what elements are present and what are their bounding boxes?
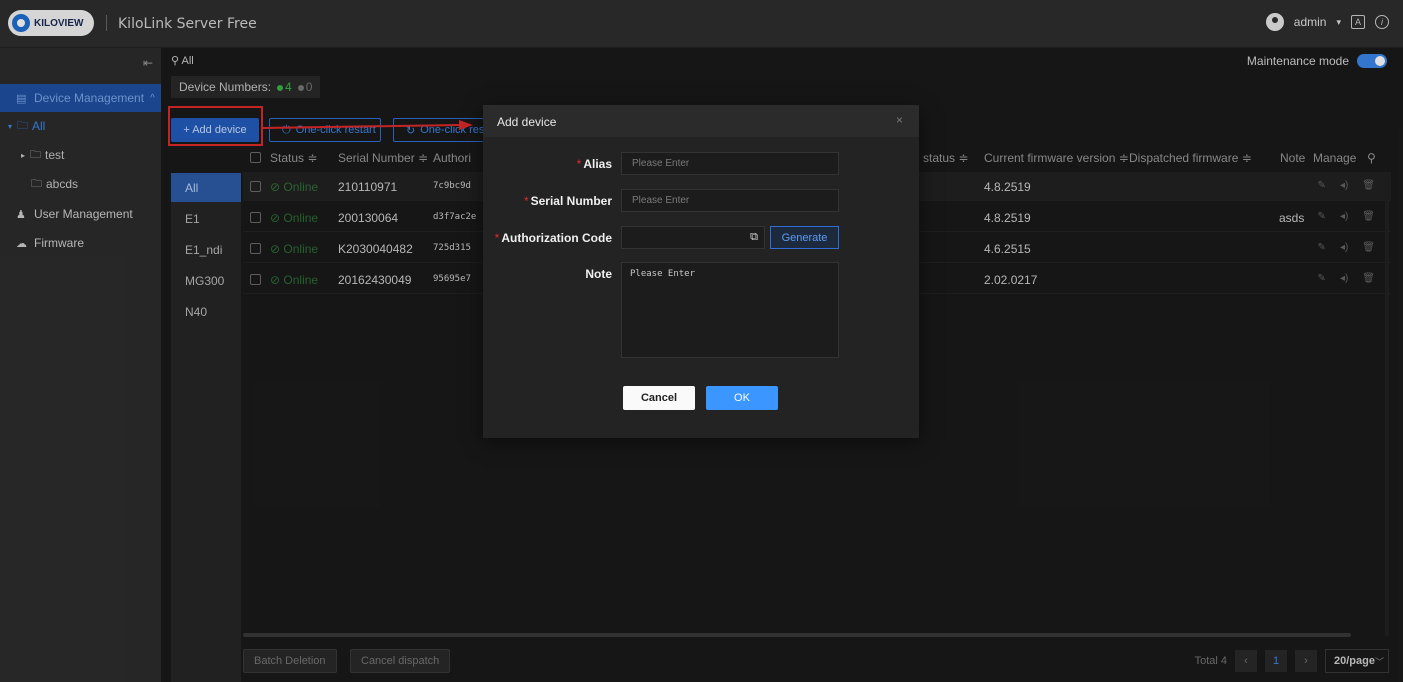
authorization-code-label: * Authorization Code — [494, 231, 612, 245]
ok-button[interactable]: OK — [706, 386, 778, 410]
close-icon[interactable]: × — [896, 113, 903, 127]
alias-label: * Alias — [576, 157, 612, 171]
add-device-dialog: Add device × * Alias Please Enter * Serial… — [483, 105, 919, 438]
note-textarea[interactable]: Please Enter — [621, 262, 839, 358]
note-label: Note — [585, 267, 612, 281]
dialog-title: Add device — [497, 115, 557, 129]
cancel-button[interactable]: Cancel — [623, 386, 695, 410]
alias-input[interactable]: Please Enter — [621, 152, 839, 175]
authorization-code-input[interactable]: ⧉ — [621, 226, 765, 249]
serial-number-input[interactable]: Please Enter — [621, 189, 839, 212]
dialog-header: Add device × — [483, 105, 919, 137]
serial-number-label: * Serial Number — [523, 194, 612, 208]
generate-button[interactable]: Generate — [770, 226, 839, 249]
copy-icon[interactable]: ⧉ — [750, 231, 758, 244]
